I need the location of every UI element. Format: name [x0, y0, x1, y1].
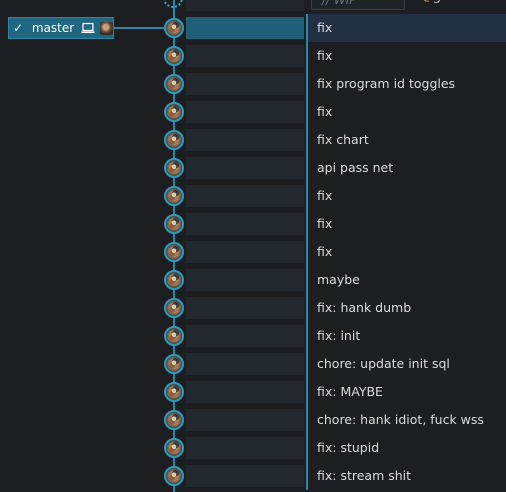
wip-summary-input[interactable]: // WIP — [311, 0, 405, 10]
commit-row[interactable]: fix: hank dumb — [0, 294, 506, 322]
graph-strip — [186, 465, 304, 487]
commit-avatar — [164, 270, 184, 290]
commit-message-cell[interactable]: fix — [308, 182, 506, 210]
commit-list: fix fix fix program id toggles fix fix chart… — [0, 14, 506, 490]
graph-strip — [186, 353, 304, 375]
commit-avatar — [164, 102, 184, 122]
commit-row[interactable]: fix: MAYBE — [0, 378, 506, 406]
commit-avatar — [164, 438, 184, 458]
graph-strip — [186, 45, 304, 67]
commit-message: fix: stupid — [317, 440, 380, 455]
commit-message: fix chart — [317, 132, 369, 147]
commit-message: fix — [317, 104, 333, 119]
commit-row[interactable]: fix program id toggles — [0, 70, 506, 98]
graph-strip — [186, 409, 304, 431]
wip-row[interactable]: // WIP ✎3 — [0, 0, 506, 12]
commit-message-cell[interactable]: chore: update init sql — [308, 350, 506, 378]
commit-message-cell[interactable]: fix — [308, 14, 506, 42]
commit-message-cell[interactable]: fix: init — [308, 322, 506, 350]
commit-message: fix — [317, 244, 333, 259]
commit-row[interactable]: fix — [0, 182, 506, 210]
commit-row[interactable]: fix — [0, 42, 506, 70]
commit-row[interactable]: fix: stream shit — [0, 462, 506, 490]
commit-avatar — [164, 46, 184, 66]
commit-message-cell[interactable]: fix: stupid — [308, 434, 506, 462]
commit-message: chore: update init sql — [317, 356, 450, 371]
graph-strip — [186, 297, 304, 319]
commit-message: maybe — [317, 272, 360, 287]
commit-message-cell[interactable]: api pass net — [308, 154, 506, 182]
graph-strip — [186, 269, 304, 291]
commit-message-cell[interactable]: fix — [308, 42, 506, 70]
commit-avatar — [164, 242, 184, 262]
commit-avatar — [164, 158, 184, 178]
commit-avatar — [164, 74, 184, 94]
commit-message-cell[interactable]: maybe — [308, 266, 506, 294]
commit-row[interactable]: maybe — [0, 266, 506, 294]
pencil-icon: ✎ — [420, 0, 430, 6]
commit-message: fix — [317, 216, 333, 231]
wip-count-value: 3 — [433, 0, 441, 6]
commit-message: api pass net — [317, 160, 394, 175]
commit-message: fix — [317, 188, 333, 203]
wip-changes-count: ✎3 — [420, 0, 441, 6]
commit-row[interactable]: chore: hank idiot, fuck wss — [0, 406, 506, 434]
commit-avatar — [164, 18, 184, 38]
graph-strip — [186, 213, 304, 235]
graph-strip — [186, 437, 304, 459]
wip-node — [163, 0, 183, 8]
commit-message-cell[interactable]: fix chart — [308, 126, 506, 154]
commit-avatar — [164, 354, 184, 374]
graph-strip — [186, 157, 304, 179]
commit-message: fix program id toggles — [317, 76, 456, 91]
commit-message-cell[interactable]: fix: MAYBE — [308, 378, 506, 406]
graph-strip — [186, 0, 304, 11]
commit-message-cell[interactable]: fix: hank dumb — [308, 294, 506, 322]
commit-avatar — [164, 186, 184, 206]
graph-strip — [186, 73, 304, 95]
commit-message: fix: MAYBE — [317, 384, 383, 399]
commit-avatar — [164, 326, 184, 346]
commit-message: chore: hank idiot, fuck wss — [317, 412, 484, 427]
commit-avatar — [164, 466, 184, 486]
commit-message: fix: hank dumb — [317, 300, 412, 315]
graph-strip — [186, 17, 304, 39]
commit-message-cell[interactable]: fix program id toggles — [308, 70, 506, 98]
commit-row[interactable]: api pass net — [0, 154, 506, 182]
commit-message: fix — [317, 48, 333, 63]
commit-message: fix — [317, 20, 333, 35]
commit-message-cell[interactable]: fix — [308, 210, 506, 238]
commit-message-cell[interactable]: fix: stream shit — [308, 462, 506, 490]
commit-avatar — [164, 214, 184, 234]
commit-avatar — [164, 130, 184, 150]
graph-strip — [186, 129, 304, 151]
commit-message-cell[interactable]: fix — [308, 238, 506, 266]
commit-message: fix: stream shit — [317, 468, 412, 483]
commit-row[interactable]: chore: update init sql — [0, 350, 506, 378]
graph-strip — [186, 185, 304, 207]
graph-strip — [186, 101, 304, 123]
graph-strip — [186, 325, 304, 347]
commit-avatar — [164, 410, 184, 430]
commit-row[interactable]: fix — [0, 14, 506, 42]
commit-row[interactable]: fix: init — [0, 322, 506, 350]
commit-avatar — [164, 382, 184, 402]
commit-message-cell[interactable]: fix — [308, 98, 506, 126]
commit-row[interactable]: fix — [0, 210, 506, 238]
commit-message: fix: init — [317, 328, 361, 343]
graph-strip — [186, 381, 304, 403]
commit-row[interactable]: fix chart — [0, 126, 506, 154]
commit-row[interactable]: fix — [0, 238, 506, 266]
commit-message-cell[interactable]: chore: hank idiot, fuck wss — [308, 406, 506, 434]
commit-row[interactable]: fix — [0, 98, 506, 126]
graph-strip — [186, 241, 304, 263]
commit-avatar — [164, 298, 184, 318]
commit-row[interactable]: fix: stupid — [0, 434, 506, 462]
